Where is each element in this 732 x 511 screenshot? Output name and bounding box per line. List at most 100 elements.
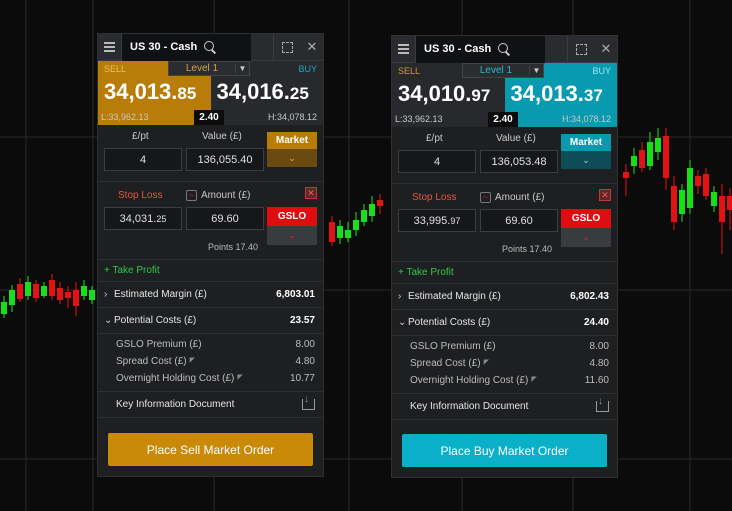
gslo-button[interactable]: GSLO ⌄ <box>267 207 317 245</box>
candle-body <box>711 192 717 206</box>
chevron-down-icon[interactable]: ⌄ <box>561 151 611 169</box>
spread-badge: 2.40 <box>194 110 224 125</box>
download-icon[interactable] <box>596 396 609 412</box>
remove-stop-icon[interactable]: ✕ <box>599 189 611 201</box>
search-icon[interactable] <box>497 42 511 56</box>
download-icon[interactable] <box>302 394 315 410</box>
candle-body <box>33 284 39 298</box>
sell-label: SELL <box>398 66 421 76</box>
chevron-down-icon[interactable]: ⌄ <box>267 149 317 167</box>
market-label: Market <box>561 134 611 151</box>
candle-body <box>703 174 709 196</box>
close-icon[interactable]: ✕ <box>595 41 617 57</box>
level-dropdown[interactable]: Level 1 ▼ <box>462 63 544 78</box>
take-profit-link[interactable]: + Take Profit <box>98 260 323 282</box>
candle-body <box>345 230 351 238</box>
level-value: Level 1 <box>479 65 513 76</box>
per-point-input[interactable]: 4 <box>398 150 476 173</box>
candle-body <box>623 172 629 178</box>
buy-price: 34,016.25 <box>216 79 309 104</box>
candle-body <box>655 138 661 152</box>
expand-icon[interactable] <box>567 35 595 63</box>
estimated-margin-row[interactable]: › Estimated Margin (£) 6,802.43 <box>392 284 617 310</box>
candle-body <box>353 220 359 230</box>
instrument-title[interactable]: US 30 - Cash <box>416 35 545 63</box>
level-dropdown[interactable]: Level 1 ▼ <box>168 61 250 76</box>
instrument-name: US 30 - Cash <box>130 41 198 53</box>
expand-icon[interactable] <box>273 33 301 61</box>
value-input[interactable]: 136,053.48 <box>480 150 558 173</box>
order-type-market-button[interactable]: Market ⌄ <box>561 134 611 169</box>
per-point-label: £/pt <box>132 131 149 142</box>
link-toggle-icon[interactable]: ~ <box>186 190 197 201</box>
stop-level-input[interactable]: 33,995. 97 <box>398 209 476 232</box>
gslo-button[interactable]: GSLO ⌄ <box>561 209 611 247</box>
chevron-right-icon: › <box>398 291 402 302</box>
hamburger-menu-icon[interactable] <box>98 33 122 61</box>
gslo-label: GSLO <box>561 209 611 228</box>
info-icon[interactable]: ◤ <box>237 374 242 381</box>
session-high: H:34,078.12 <box>561 114 611 124</box>
info-icon[interactable]: ◤ <box>190 357 195 364</box>
buy-label: BUY <box>592 66 611 76</box>
stop-level-input[interactable]: 34,031. 25 <box>104 207 182 230</box>
sell-price: 34,013.85 <box>104 79 197 104</box>
cost-item: GSLO Premium (£) 8.00 <box>410 341 609 352</box>
stop-points: Points 17.40 <box>502 244 553 254</box>
info-icon[interactable]: ◤ <box>484 359 489 366</box>
stop-amount-input[interactable]: 69.60 <box>186 207 264 230</box>
chevron-down-icon: ⌄ <box>104 315 113 326</box>
quantity-section: £/pt 4 Value (£) 136,053.48 Market ⌄ <box>392 127 617 184</box>
sell-price: 34,010.97 <box>398 81 491 106</box>
instrument-title[interactable]: US 30 - Cash <box>122 33 251 61</box>
chevron-down-icon: ▼ <box>235 64 249 73</box>
stop-points: Points 17.40 <box>208 242 259 252</box>
cost-item: Overnight Holding Cost (£) ◤ 10.77 <box>116 373 315 384</box>
potential-costs-row[interactable]: ⌄ Potential Costs (£) 24.40 <box>392 310 617 336</box>
cost-breakdown: GSLO Premium (£) 8.00 Spread Cost (£) ◤ 4.8… <box>98 334 323 392</box>
cost-item: Spread Cost (£) ◤ 4.80 <box>116 356 315 367</box>
chevron-down-icon[interactable]: ⌄ <box>561 228 611 247</box>
candle-body <box>25 282 31 296</box>
per-point-input[interactable]: 4 <box>104 148 182 171</box>
candle-body <box>9 290 15 305</box>
info-icon[interactable]: ◤ <box>531 376 536 383</box>
candle-body <box>631 156 637 166</box>
price-panel: Level 1 ▼ SELL 34,013.85 L:33,962.13 BUY… <box>98 61 323 125</box>
candle-body <box>57 288 63 300</box>
remove-stop-icon[interactable]: ✕ <box>305 187 317 199</box>
cost-item: Overnight Holding Cost (£) ◤ 11.60 <box>410 375 609 386</box>
market-label: Market <box>267 132 317 149</box>
key-information-document-row[interactable]: Key Information Document <box>392 394 617 420</box>
close-icon[interactable]: ✕ <box>301 39 323 55</box>
hamburger-menu-icon[interactable] <box>392 35 416 63</box>
place-buy-order-button[interactable]: Place Buy Market Order <box>402 434 607 467</box>
order-type-market-button[interactable]: Market ⌄ <box>267 132 317 167</box>
ticket-titlebar: US 30 - Cash ✕ <box>392 35 617 63</box>
candle-body <box>377 200 383 206</box>
stop-loss-section: Stop Loss ~ Amount (£) ✕ 33,995. 97 69.60… <box>392 184 617 262</box>
estimated-margin-row[interactable]: › Estimated Margin (£) 6,803.01 <box>98 282 323 308</box>
chevron-down-icon[interactable]: ⌄ <box>267 226 317 245</box>
buy-label: BUY <box>298 64 317 74</box>
candle-body <box>639 150 645 168</box>
candle-body <box>17 284 23 299</box>
session-low: L:33,962.13 <box>101 112 149 122</box>
spread-badge: 2.40 <box>488 112 518 127</box>
deal-ticket-sell: US 30 - Cash ✕ Level 1 ▼ SELL 34,013.85 … <box>97 33 324 477</box>
candle-body <box>369 204 375 216</box>
search-icon[interactable] <box>203 40 217 54</box>
stop-amount-input[interactable]: 69.60 <box>480 209 558 232</box>
link-toggle-icon[interactable]: ~ <box>480 192 491 203</box>
value-label: Value (£) <box>202 131 242 142</box>
session-low: L:33,962.13 <box>395 114 443 124</box>
potential-costs-row[interactable]: ⌄ Potential Costs (£) 23.57 <box>98 308 323 334</box>
candle-body <box>671 186 677 222</box>
key-information-document-row[interactable]: Key Information Document <box>98 392 323 418</box>
stop-loss-label: Stop Loss <box>118 190 163 201</box>
place-sell-order-button[interactable]: Place Sell Market Order <box>108 433 313 466</box>
take-profit-link[interactable]: + Take Profit <box>392 262 617 284</box>
candle-body <box>727 196 732 210</box>
value-input[interactable]: 136,055.40 <box>186 148 264 171</box>
candle-body <box>687 168 693 208</box>
